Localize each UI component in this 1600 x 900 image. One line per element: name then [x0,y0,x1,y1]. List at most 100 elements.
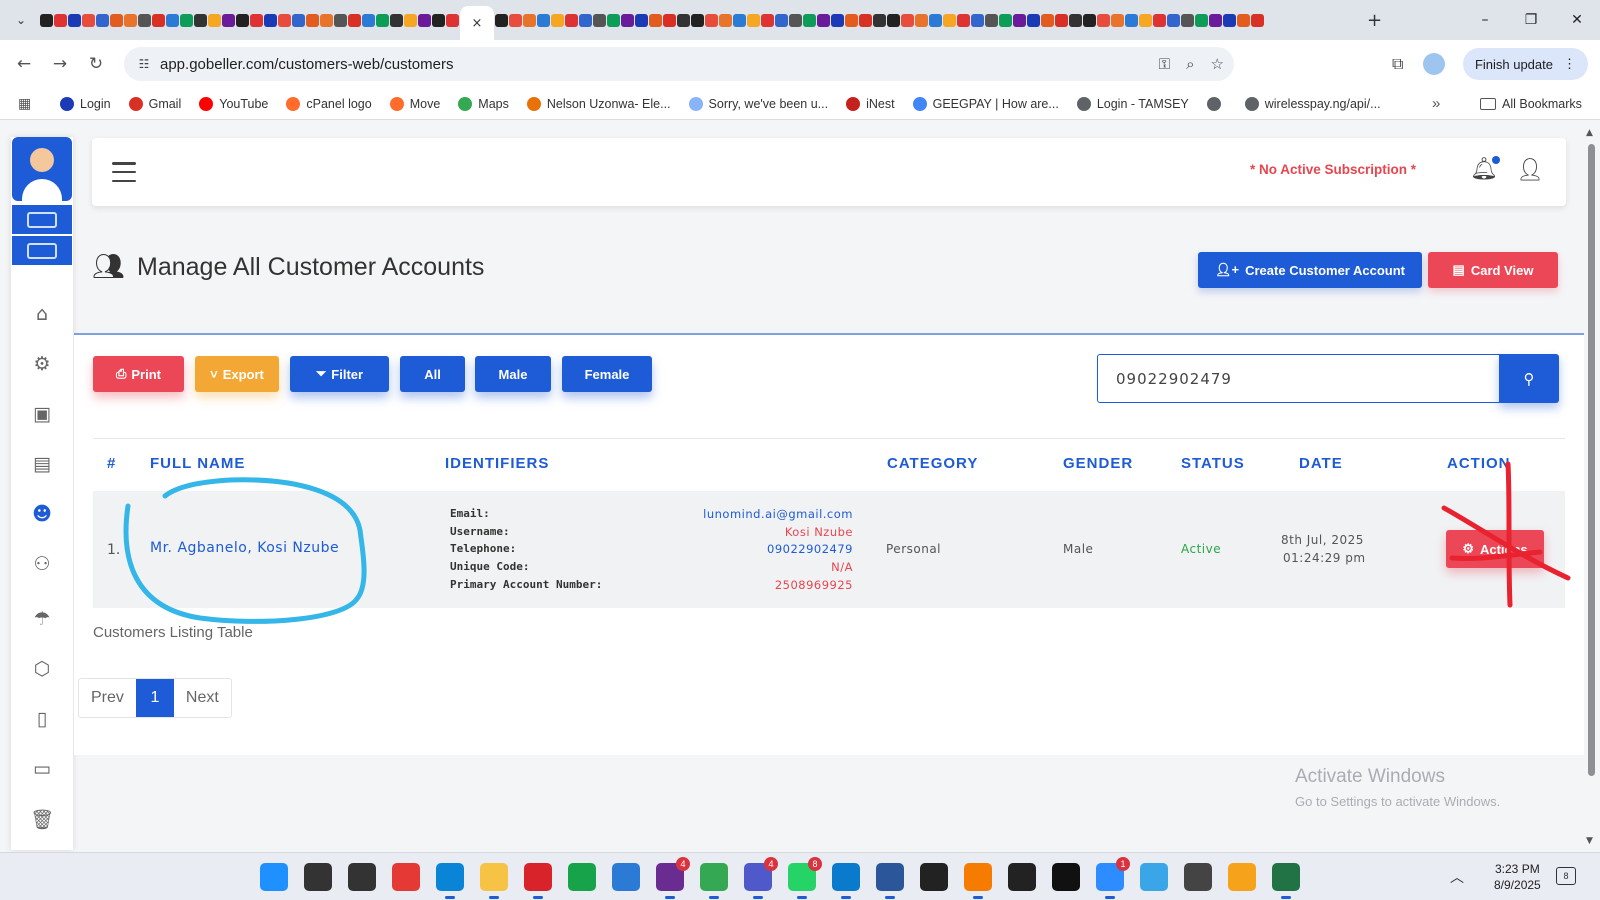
tab-favicon-icon[interactable] [1237,13,1250,27]
bookmarks-overflow-button[interactable]: » [1432,95,1440,112]
taskbar-sticky-notes-icon[interactable] [1008,863,1036,891]
taskbar-media-player-icon[interactable] [1052,863,1080,891]
pinned-tab-favicon-icon[interactable] [362,13,375,27]
taskbar-task-view-icon[interactable] [348,863,376,891]
bookmark-star-icon[interactable]: ☆ [1211,55,1224,73]
col-header-identifiers[interactable]: IDENTIFIERS [445,455,549,472]
tab-favicon-icon[interactable] [957,13,970,27]
tab-favicon-icon[interactable] [985,13,998,27]
tab-favicon-icon[interactable] [1055,13,1068,27]
pinned-tab-favicon-icon[interactable] [138,13,151,27]
pinned-tab-favicon-icon[interactable] [40,13,53,27]
back-button[interactable]: ← [6,54,42,74]
taskbar-teams-icon[interactable]: 4 [744,857,778,899]
bookmark-item[interactable] [1206,96,1227,111]
tab-favicon-icon[interactable] [663,13,676,27]
print-button[interactable]: ⎙ Print [93,356,184,392]
search-button[interactable]: ⚲ [1499,354,1559,403]
col-header-date[interactable]: DATE [1299,455,1343,472]
tab-favicon-icon[interactable] [859,13,872,27]
customer-search-input[interactable] [1097,354,1500,403]
sidebar-box-icon[interactable]: ⬡ [11,655,73,683]
tab-search-dropdown[interactable]: ⌄ [8,7,34,33]
pinned-tab-favicon-icon[interactable] [208,13,221,27]
customer-name-link[interactable]: Mr. Agbanelo, Kosi Nzube [150,540,339,556]
filter-button[interactable]: ⏷ Filter [290,356,389,392]
reload-button[interactable]: ↻ [78,54,114,74]
col-header-full-name[interactable]: FULL NAME [150,455,245,472]
tab-favicon-icon[interactable] [1195,13,1208,27]
pinned-tab-favicon-icon[interactable] [418,13,431,27]
taskbar-vlc-icon[interactable] [1228,863,1256,891]
sidebar-card-icon[interactable] [12,205,72,234]
tab-favicon-icon[interactable] [845,13,858,27]
tab-favicon-icon[interactable] [1069,13,1082,27]
tab-favicon-icon[interactable] [705,13,718,27]
bookmark-item[interactable]: Maps [458,96,509,111]
notification-bell-icon[interactable]: 🔔︎ [1470,156,1500,182]
pinned-tab-favicon-icon[interactable] [432,13,445,27]
pagination-page-1[interactable]: 1 [135,679,174,717]
bookmark-item[interactable]: Move [389,96,440,111]
taskbar-clock[interactable]: 3:23 PM 8/9/2025 [1494,861,1541,893]
tab-favicon-icon[interactable] [1125,13,1138,27]
pinned-tab-favicon-icon[interactable] [306,13,319,27]
sidebar-user-avatar[interactable] [12,137,72,201]
filter-all-button[interactable]: All [400,356,465,392]
taskbar-phone-link-icon[interactable] [568,863,596,891]
zoom-icon[interactable]: ⌕ [1186,55,1194,73]
taskbar-anydesk-icon[interactable] [392,863,420,891]
close-window-button[interactable]: ✕ [1554,0,1600,40]
tab-favicon-icon[interactable] [593,13,606,27]
taskbar-notepad-icon[interactable] [612,863,640,891]
tab-favicon-icon[interactable] [789,13,802,27]
tab-favicon-icon[interactable] [719,13,732,27]
filter-male-button[interactable]: Male [475,356,551,392]
taskbar-network-globe-icon[interactable] [1140,863,1168,891]
col-header-status[interactable]: STATUS [1181,455,1245,472]
pinned-tab-favicon-icon[interactable] [222,13,235,27]
tab-favicon-icon[interactable] [887,13,900,27]
tab-favicon-icon[interactable] [831,13,844,27]
tab-favicon-icon[interactable] [943,13,956,27]
tab-favicon-icon[interactable] [495,13,508,27]
taskbar-vscode-icon[interactable] [832,863,860,899]
scroll-up-arrow-icon[interactable]: ▲ [1586,128,1593,138]
tab-favicon-icon[interactable] [1083,13,1096,27]
tab-favicon-icon[interactable] [901,13,914,27]
export-button[interactable]: ˅ Export [195,356,279,392]
tab-favicon-icon[interactable] [1209,13,1222,27]
pinned-tab-favicon-icon[interactable] [110,13,123,27]
taskbar-slack-icon[interactable]: 4 [656,857,690,899]
tab-favicon-icon[interactable] [1223,13,1236,27]
tab-favicon-icon[interactable] [929,13,942,27]
menu-toggle-icon[interactable] [112,162,136,182]
tab-favicon-icon[interactable] [649,13,662,27]
tab-favicon-icon[interactable] [1013,13,1026,27]
sidebar-umbrella-icon[interactable]: ☂ [11,605,73,633]
bookmark-item[interactable]: YouTube [199,96,268,111]
active-tab-close-button[interactable]: × [460,6,494,40]
card-view-button[interactable]: ▤ Card View [1428,252,1558,288]
pinned-tab-favicon-icon[interactable] [124,13,137,27]
tab-favicon-icon[interactable] [733,13,746,27]
taskbar-start-windows-icon[interactable] [260,863,288,891]
profile-avatar[interactable] [1423,53,1446,75]
taskbar-excel-icon[interactable] [1272,863,1300,899]
taskbar-edge-icon[interactable] [436,863,464,899]
tab-favicon-icon[interactable] [691,13,704,27]
tab-favicon-icon[interactable] [509,13,522,27]
row-actions-button[interactable]: ⚙ Actions [1446,530,1544,568]
bookmark-item[interactable]: Sorry, we've been u... [688,96,828,111]
tab-favicon-icon[interactable] [523,13,536,27]
tab-favicon-icon[interactable] [1139,13,1152,27]
bookmark-item[interactable]: wirelesspay.ng/api/... [1244,96,1381,111]
sidebar-mobile-icon[interactable]: ▯ [11,705,73,733]
col-header-gender[interactable]: GENDER [1063,455,1133,472]
sidebar-credit-card-icon[interactable]: ▭ [11,755,73,783]
apps-grid-icon[interactable]: ▦ [18,95,38,112]
minimize-button[interactable]: – [1462,0,1508,40]
taskbar-zoom-icon[interactable]: 1 [1096,857,1130,899]
url-text[interactable]: app.gobeller.com/customers-web/customers [160,56,453,73]
tab-favicon-icon[interactable] [607,13,620,27]
